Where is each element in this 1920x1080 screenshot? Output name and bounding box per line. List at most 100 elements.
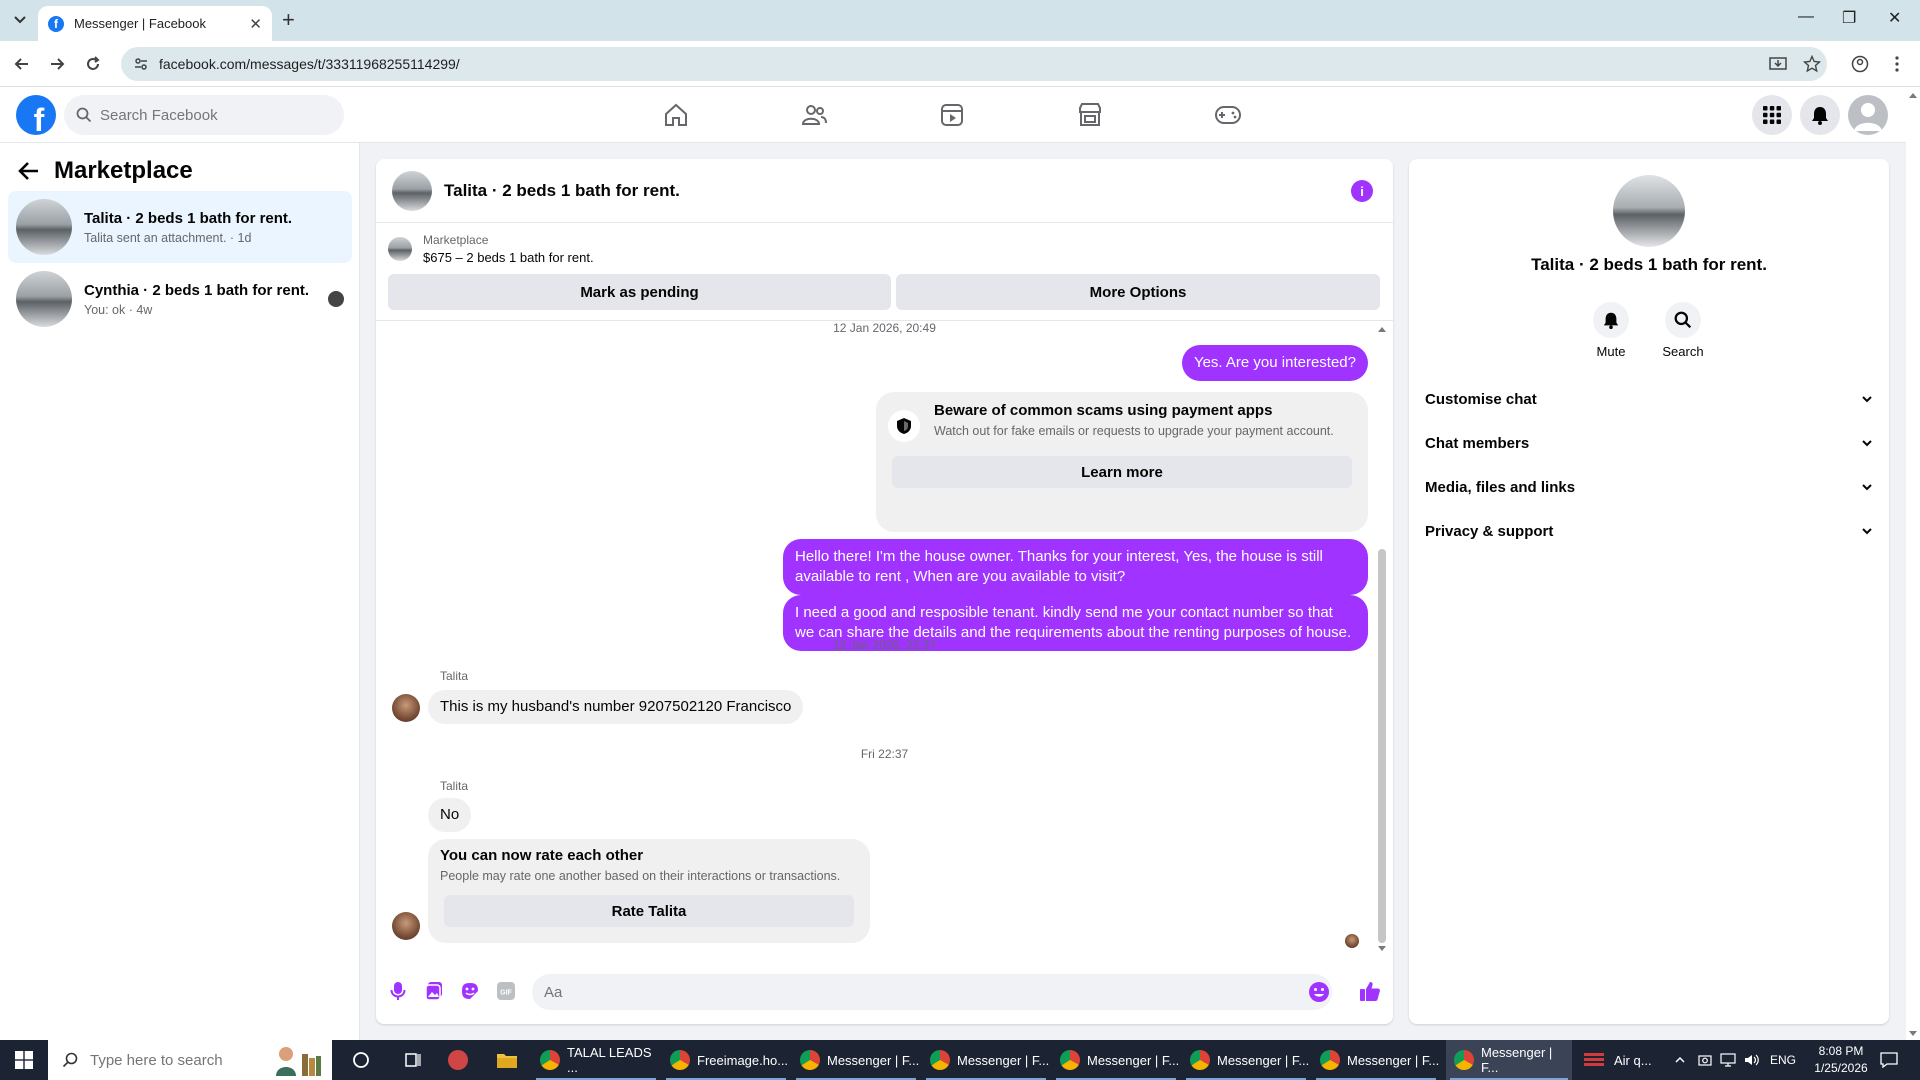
rate-talita-button[interactable]: Rate Talita [444,895,854,927]
sender-avatar[interactable] [392,694,420,722]
media-files-links-section[interactable]: Media, files and links [1425,469,1873,505]
windows-start-icon[interactable] [0,1040,48,1080]
microphone-icon[interactable] [386,979,410,1003]
taskbar-app-chrome-active[interactable]: Messenger | F... [1446,1040,1572,1080]
section-label: Chat members [1425,434,1530,452]
marketplace-nav-icon[interactable] [1068,93,1112,137]
search-in-chat-button[interactable]: Search [1653,302,1713,359]
restore-icon[interactable]: ❐ [1842,8,1856,28]
seen-avatar [328,291,344,307]
gif-icon[interactable]: GIF [494,979,518,1003]
close-window-icon[interactable]: ✕ [1888,8,1901,28]
chat-info-name: Talita · 2 beds 1 bath for rent. [1531,255,1767,274]
taskbar-app-chrome[interactable]: Messenger | F... [1052,1040,1180,1080]
back-icon[interactable] [11,53,33,75]
conversation-item-talita[interactable]: Talita · 2 beds 1 bath for rent. Talita … [8,191,352,263]
notification-center-icon[interactable] [1880,1040,1898,1080]
emoji-icon[interactable] [1308,981,1330,1003]
task-view-icon[interactable] [344,1040,376,1080]
timestamp: Fri 22:37 [860,747,909,761]
taskbar-clock[interactable]: 8:08 PM 1/25/2026 [1800,1043,1882,1077]
learn-more-button[interactable]: Learn more [892,456,1352,488]
taskbar-app-label: Messenger | F... [1217,1052,1310,1068]
taskbar-app-chrome[interactable]: Messenger | F... [1312,1040,1440,1080]
reload-icon[interactable] [82,53,104,75]
widgets-icon[interactable] [396,1040,428,1080]
minimize-icon[interactable]: — [1798,8,1814,26]
chat-avatar[interactable] [392,170,432,211]
incoming-message: No [428,798,472,832]
scrollbar-thumb[interactable] [1378,549,1386,943]
taskbar-app-label: Messenger | F... [1087,1052,1180,1068]
chat-header: Talita · 2 beds 1 bath for rent. i [376,159,1393,223]
back-arrow-icon[interactable] [18,161,40,181]
customise-chat-section[interactable]: Customise chat [1425,381,1873,417]
photo-attach-icon[interactable] [422,979,446,1003]
air-quality-widget[interactable]: Air q... [1584,1040,1652,1080]
facebook-favicon-icon: f [48,15,64,32]
file-explorer-icon[interactable] [488,1040,528,1080]
friends-nav-icon[interactable] [792,93,836,137]
video-nav-icon[interactable] [930,93,974,137]
chat-members-section[interactable]: Chat members [1425,425,1873,461]
site-info-icon[interactable] [133,56,149,72]
facebook-search-box[interactable] [64,95,344,135]
privacy-support-section[interactable]: Privacy & support [1425,513,1873,549]
menu-grid-icon[interactable] [1752,95,1792,135]
browser-tab[interactable]: f Messenger | Facebook ✕ [38,6,272,41]
page-scrollbar[interactable] [1906,87,1920,1040]
pinned-app-icon[interactable] [440,1040,480,1080]
taskbar-app-chrome[interactable]: TALAL LEADS ... [532,1040,660,1080]
message-input-box[interactable] [532,974,1332,1010]
bookmark-star-icon[interactable] [1801,53,1823,75]
mark-as-pending-button[interactable]: Mark as pending [388,274,891,310]
tab-search-chevron-icon[interactable] [8,9,32,31]
sticker-icon[interactable] [458,979,482,1003]
search-icon [76,107,92,123]
taskbar-app-chrome[interactable]: Messenger | F... [792,1040,920,1080]
language-indicator[interactable]: ENG [1770,1040,1796,1080]
home-nav-icon[interactable] [654,93,698,137]
conversation-item-cynthia[interactable]: Cynthia · 2 beds 1 bath for rent. You: o… [8,263,352,335]
gaming-nav-icon[interactable] [1206,93,1250,137]
address-bar[interactable]: facebook.com/messages/t/3331196825511429… [121,47,1827,81]
taskbar-app-chrome[interactable]: Messenger | F... [1182,1040,1310,1080]
tray-chevron-up-icon[interactable] [1674,1040,1686,1080]
volume-icon[interactable] [1744,1040,1760,1080]
new-tab-icon[interactable]: + [282,8,295,32]
info-icon[interactable]: i [1351,180,1373,202]
sender-avatar[interactable] [392,912,420,940]
marketplace-label: Marketplace [423,233,489,247]
more-options-button[interactable]: More Options [896,274,1380,310]
taskbar-search-input[interactable] [90,1051,250,1069]
taskbar-app-label: Messenger | F... [957,1052,1050,1068]
taskbar-app-chrome[interactable]: Messenger | F... [922,1040,1050,1080]
network-icon[interactable] [1720,1040,1736,1080]
read-receipt-avatar [1345,934,1359,948]
conversation-name: Talita · 2 beds 1 bath for rent. [84,209,293,227]
taskbar-app-chrome[interactable]: Freeimage.ho... [662,1040,790,1080]
camera-tray-icon[interactable] [1698,1040,1712,1080]
mute-label: Mute [1596,344,1626,359]
listing-price-title[interactable]: $675 – 2 beds 1 bath for rent. [423,250,594,265]
facebook-search-input[interactable] [100,106,320,124]
profile-icon[interactable] [1849,53,1871,75]
chat-title[interactable]: Talita · 2 beds 1 bath for rent. [444,181,680,201]
notifications-bell-icon[interactable] [1800,95,1840,135]
taskbar-app-label: Messenger | F... [1481,1045,1553,1075]
facebook-logo-icon[interactable]: f [16,95,56,135]
mute-button[interactable]: Mute [1581,302,1641,359]
conversation-name: Cynthia · 2 beds 1 bath for rent. [84,281,310,299]
message-input[interactable] [544,983,1284,1001]
install-app-icon[interactable] [1767,53,1789,75]
taskbar-search-box[interactable] [48,1040,332,1080]
chat-info-avatar[interactable] [1613,175,1685,247]
account-avatar[interactable] [1848,95,1888,135]
url-text: facebook.com/messages/t/3331196825511429… [159,56,460,72]
thumbs-up-icon[interactable] [1358,979,1382,1003]
rate-each-other-card: You can now rate each other People may r… [428,839,870,943]
forward-icon[interactable] [46,53,68,75]
search-label: Search [1662,344,1704,359]
close-tab-icon[interactable]: ✕ [249,15,262,33]
browser-menu-icon[interactable] [1886,53,1908,75]
